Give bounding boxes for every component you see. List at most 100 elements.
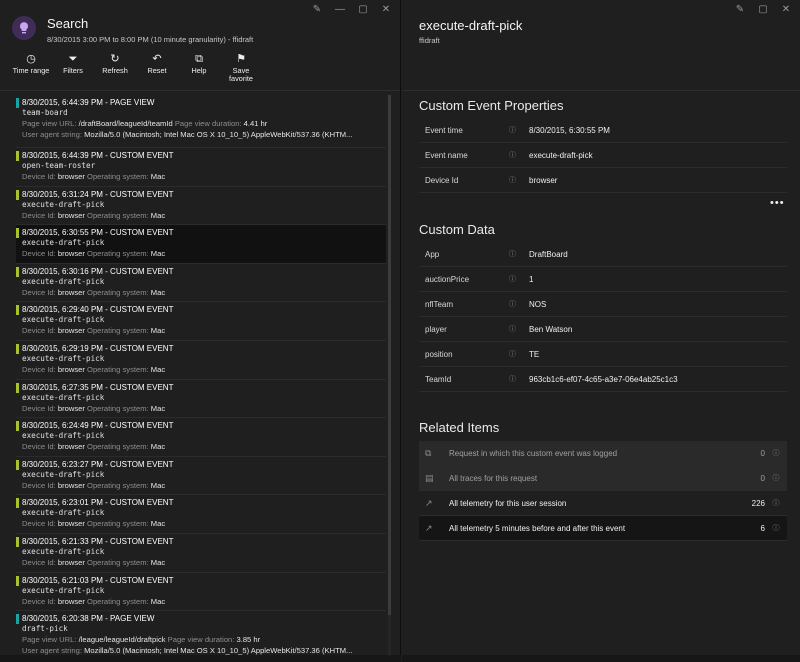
info-icon[interactable]: ⓘ	[509, 175, 529, 185]
device-value: browser	[57, 326, 85, 336]
type-marker	[16, 305, 19, 316]
list-item[interactable]: 8/30/2015, 6:31:24 PM - CUSTOM EVENT exec…	[16, 187, 386, 226]
event-name: execute-draft-pick	[22, 199, 105, 209]
type-marker	[16, 382, 19, 393]
related-item[interactable]: ↗ All telemetry for this user session 226 ⓘ	[419, 491, 787, 516]
related-item[interactable]: ⧉ Request in which this custom event was …	[419, 441, 787, 466]
pin-icon[interactable]: ✎	[311, 4, 323, 16]
ua-value: Mozilla/5.0 (Macintosh; Intel Mac OS X 1…	[84, 130, 353, 139]
os-label: Operating system:	[87, 596, 149, 606]
event-timestamp: 8/30/2015, 6:30:16 PM - CUSTOM EVENT	[22, 266, 174, 276]
property-row: auctionPrice ⓘ 1	[419, 267, 787, 292]
close-icon[interactable]: ✕	[780, 4, 792, 16]
related-item-count: 226	[751, 498, 765, 508]
info-icon[interactable]: ⓘ	[509, 374, 529, 384]
list-item[interactable]: 8/30/2015, 6:24:49 PM - CUSTOM EVENT exec…	[16, 418, 386, 457]
related-item[interactable]: ↗ All telemetry 5 minutes before and afte…	[419, 516, 787, 541]
info-icon[interactable]: ⓘ	[509, 349, 529, 359]
event-details: Device Id: browser Operating system: Mac	[22, 518, 386, 529]
time-range-button[interactable]: ◷ Time range	[10, 52, 52, 83]
event-details: Device Id: browser Operating system: Mac	[22, 248, 386, 259]
pin-icon[interactable]: ✎	[734, 4, 746, 16]
event-timestamp: 8/30/2015, 6:27:35 PM - CUSTOM EVENT	[22, 382, 174, 392]
save-favorite-button[interactable]: ⚑ Save favorite	[220, 52, 262, 83]
info-icon[interactable]: ⓘ	[765, 498, 787, 508]
os-value: Mac	[150, 172, 166, 181]
property-row: Event time ⓘ 8/30/2015, 6:30:55 PM	[419, 118, 787, 143]
more-icon[interactable]: •••	[770, 197, 785, 209]
horizontal-scrollbar[interactable]	[402, 655, 800, 662]
horizontal-scrollbar[interactable]	[0, 655, 401, 662]
list-item[interactable]: 8/30/2015, 6:44:39 PM - CUSTOM EVENT open…	[16, 148, 386, 187]
list-item[interactable]: 8/30/2015, 6:44:39 PM - PAGE VIEW team-bo…	[16, 95, 386, 148]
toolbar-label: Reset	[147, 66, 167, 75]
property-row: App ⓘ DraftBoard	[419, 242, 787, 267]
event-timestamp: 8/30/2015, 6:31:24 PM - CUSTOM EVENT	[22, 189, 174, 199]
detail-title: execute-draft-pick	[419, 18, 523, 33]
property-key: nflTeam	[425, 299, 454, 309]
list-item[interactable]: 8/30/2015, 6:27:35 PM - CUSTOM EVENT exec…	[16, 380, 386, 419]
event-details: Device Id: browser Operating system: Mac	[22, 287, 386, 298]
info-icon[interactable]: ⓘ	[765, 523, 787, 533]
info-icon[interactable]: ⓘ	[509, 299, 529, 309]
page-view-details: Page view URL: /draftBoard/leagueId/team…	[22, 118, 386, 129]
url-label: Page view URL:	[22, 635, 77, 645]
event-timestamp: 8/30/2015, 6:23:27 PM - CUSTOM EVENT	[22, 459, 174, 469]
property-value: 8/30/2015, 6:30:55 PM	[529, 125, 610, 135]
search-results-list: 8/30/2015, 6:44:39 PM - PAGE VIEW team-bo…	[16, 95, 386, 662]
arrow-icon: ↗	[425, 522, 433, 533]
url-value: /draftBoard/leagueId/teamId	[78, 119, 173, 128]
os-label: Operating system:	[87, 287, 149, 297]
section-title-properties: Custom Event Properties	[419, 98, 564, 113]
event-name: execute-draft-pick	[22, 353, 105, 363]
device-label: Device Id:	[22, 596, 56, 606]
event-name: team-board	[22, 108, 68, 117]
info-icon[interactable]: ⓘ	[509, 274, 529, 284]
maximize-icon[interactable]: ▢	[357, 4, 369, 16]
close-icon[interactable]: ✕	[380, 4, 392, 16]
os-label: Operating system:	[87, 557, 149, 567]
minimize-icon[interactable]: —	[334, 4, 346, 16]
list-item[interactable]: 8/30/2015, 6:21:33 PM - CUSTOM EVENT exec…	[16, 534, 386, 573]
clock-icon: ◷	[26, 53, 36, 65]
list-item[interactable]: 8/30/2015, 6:30:55 PM - CUSTOM EVENT exec…	[16, 225, 386, 264]
url-value: /league/leagueId/draftpick	[78, 635, 166, 645]
related-item-label: All traces for this request	[449, 473, 538, 483]
reset-button[interactable]: ↶ Reset	[136, 52, 178, 83]
event-detail-blade: ✎ ▢ ✕ execute-draft-pick ffidraft Custom…	[402, 0, 800, 662]
related-item[interactable]: ▤ All traces for this request 0 ⓘ	[419, 466, 787, 491]
lightbulb-icon	[12, 16, 36, 40]
search-header: Search 8/30/2015 3:00 PM to 8:00 PM (10 …	[12, 16, 253, 44]
list-item[interactable]: 8/30/2015, 6:23:27 PM - CUSTOM EVENT exec…	[16, 457, 386, 496]
help-button[interactable]: ⧉ Help	[178, 52, 220, 83]
property-key: player	[425, 324, 447, 334]
property-key: position	[425, 349, 453, 359]
property-key: App	[425, 249, 440, 259]
event-name: open-team-roster	[22, 161, 96, 170]
property-value: DraftBoard	[529, 249, 568, 259]
info-icon[interactable]: ⓘ	[509, 324, 529, 334]
list-item[interactable]: 8/30/2015, 6:30:16 PM - CUSTOM EVENT exec…	[16, 264, 386, 303]
refresh-button[interactable]: ↻ Refresh	[94, 52, 136, 83]
type-marker	[16, 343, 19, 354]
info-icon[interactable]: ⓘ	[509, 150, 529, 160]
info-icon[interactable]: ⓘ	[765, 448, 787, 458]
info-icon[interactable]: ⓘ	[509, 125, 529, 135]
filters-button[interactable]: ⏷ Filters	[52, 52, 94, 83]
vertical-scrollbar[interactable]	[386, 95, 394, 655]
list-item[interactable]: 8/30/2015, 6:21:03 PM - CUSTOM EVENT exec…	[16, 573, 386, 612]
event-timestamp: 8/30/2015, 6:29:19 PM - CUSTOM EVENT	[22, 343, 174, 353]
info-icon[interactable]: ⓘ	[509, 249, 529, 259]
list-item[interactable]: 8/30/2015, 6:23:01 PM - CUSTOM EVENT exec…	[16, 495, 386, 534]
list-item[interactable]: 8/30/2015, 6:29:19 PM - CUSTOM EVENT exec…	[16, 341, 386, 380]
info-icon[interactable]: ⓘ	[765, 473, 787, 483]
maximize-icon[interactable]: ▢	[757, 4, 769, 16]
device-label: Device Id:	[22, 326, 56, 336]
related-item-label: Request in which this custom event was l…	[449, 448, 618, 458]
page-title: Search	[47, 16, 89, 31]
property-key: Event time	[425, 125, 463, 135]
event-name: draft-pick	[22, 624, 68, 634]
event-name: execute-draft-pick	[22, 431, 105, 441]
section-title-related: Related Items	[419, 420, 500, 435]
list-item[interactable]: 8/30/2015, 6:29:40 PM - CUSTOM EVENT exec…	[16, 302, 386, 341]
